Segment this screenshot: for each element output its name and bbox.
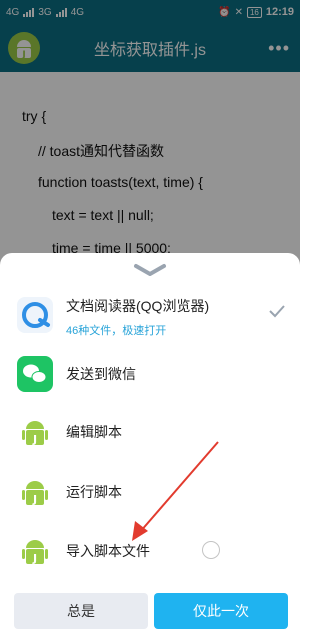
option-run-script[interactable]: J 运行脚本: [0, 465, 300, 517]
option-label: 运行脚本: [66, 484, 122, 500]
chevron-down-icon[interactable]: [133, 263, 167, 277]
qq-browser-icon: [17, 297, 53, 333]
svg-text:J: J: [32, 552, 37, 565]
just-once-button[interactable]: 仅此一次: [154, 593, 288, 629]
option-label: 文档阅读器(QQ浏览器): [66, 298, 210, 314]
svg-text:J: J: [32, 433, 37, 446]
option-label: 编辑脚本: [66, 424, 122, 440]
android-script-icon: J: [22, 540, 48, 565]
wechat-icon: [17, 356, 53, 392]
option-label: 导入脚本文件: [66, 543, 150, 559]
select-radio[interactable]: [202, 541, 220, 559]
android-script-icon: J: [22, 421, 48, 446]
option-send-to-wechat[interactable]: 发送到微信: [0, 347, 300, 399]
option-import-script-file[interactable]: J 导入脚本文件: [0, 524, 300, 576]
svg-text:J: J: [32, 493, 37, 506]
android-script-icon: J: [22, 481, 48, 506]
option-label: 发送到微信: [66, 366, 136, 382]
option-qq-browser-reader[interactable]: 文档阅读器(QQ浏览器) 46种文件，极速打开: [0, 288, 300, 340]
option-subtitle: 46种文件，极速打开: [66, 325, 167, 337]
option-edit-script[interactable]: J 编辑脚本: [0, 405, 300, 457]
check-icon: [269, 305, 285, 318]
always-button[interactable]: 总是: [14, 593, 148, 629]
